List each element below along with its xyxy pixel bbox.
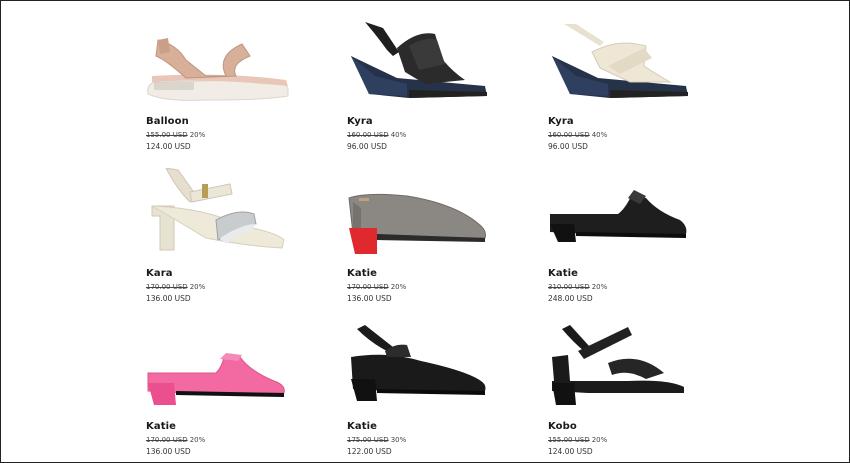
original-price: 160.00 USD: [347, 131, 389, 139]
product-name[interactable]: Kara: [146, 268, 173, 279]
product-card-katie-grey[interactable]: Katie 170.00 USD 20% 136.00 USD: [347, 168, 527, 308]
product-image-balloon[interactable]: [146, 16, 326, 111]
price-block: 310.00 USD 20% 248.00 USD: [548, 282, 607, 304]
price-block: 155.00 USD 20% 124.00 USD: [146, 130, 205, 152]
product-image-katie-black-mule[interactable]: [548, 168, 728, 263]
product-card-kyra[interactable]: Kyra 160.00 USD 40% 96.00 USD: [347, 16, 527, 156]
original-price: 175.00 USD: [347, 436, 389, 444]
product-name[interactable]: Katie: [548, 268, 578, 279]
discount-badge: 20%: [591, 283, 608, 291]
product-name[interactable]: Katie: [347, 268, 377, 279]
product-listing-frame: Balloon 155.00 USD 20% 124.00 USD Kyra 1…: [0, 0, 850, 463]
product-image-kobo[interactable]: [548, 321, 728, 416]
product-name[interactable]: Katie: [347, 421, 377, 432]
sale-price: 96.00 USD: [548, 142, 588, 151]
original-price: 160.00 USD: [548, 131, 590, 139]
product-card-katie-pink[interactable]: Katie 170.00 USD 20% 136.00 USD: [146, 321, 326, 461]
sale-price: 122.00 USD: [347, 447, 392, 456]
price-block: 155.00 USD 20% 124.00 USD: [548, 435, 607, 457]
sale-price: 124.00 USD: [146, 142, 191, 151]
original-price: 170.00 USD: [146, 436, 188, 444]
price-block: 170.00 USD 20% 136.00 USD: [347, 282, 406, 304]
product-image-kyra[interactable]: [347, 16, 527, 111]
product-card-kyra-cream[interactable]: Kyra 160.00 USD 40% 96.00 USD: [548, 16, 728, 156]
product-card-katie-slingback[interactable]: Katie 175.00 USD 30% 122.00 USD: [347, 321, 527, 461]
product-image-katie-slingback[interactable]: [347, 321, 527, 416]
discount-badge: 20%: [189, 283, 206, 291]
product-card-balloon[interactable]: Balloon 155.00 USD 20% 124.00 USD: [146, 16, 326, 156]
original-price: 155.00 USD: [146, 131, 188, 139]
discount-badge: 20%: [591, 436, 608, 444]
product-name[interactable]: Kyra: [548, 116, 574, 127]
price-block: 160.00 USD 40% 96.00 USD: [548, 130, 607, 152]
original-price: 170.00 USD: [146, 283, 188, 291]
discount-badge: 20%: [189, 131, 206, 139]
discount-badge: 30%: [390, 436, 407, 444]
original-price: 310.00 USD: [548, 283, 590, 291]
product-image-katie-grey[interactable]: [347, 168, 527, 263]
sale-price: 96.00 USD: [347, 142, 387, 151]
discount-badge: 40%: [390, 131, 407, 139]
price-block: 170.00 USD 20% 136.00 USD: [146, 282, 205, 304]
product-card-kobo[interactable]: Kobo 155.00 USD 20% 124.00 USD: [548, 321, 728, 461]
price-block: 160.00 USD 40% 96.00 USD: [347, 130, 406, 152]
sale-price: 248.00 USD: [548, 294, 593, 303]
product-card-katie-black-mule[interactable]: Katie 310.00 USD 20% 248.00 USD: [548, 168, 728, 308]
original-price: 170.00 USD: [347, 283, 389, 291]
price-block: 175.00 USD 30% 122.00 USD: [347, 435, 406, 457]
sale-price: 136.00 USD: [146, 447, 191, 456]
product-grid: Balloon 155.00 USD 20% 124.00 USD Kyra 1…: [1, 1, 849, 462]
price-block: 170.00 USD 20% 136.00 USD: [146, 435, 205, 457]
product-image-kyra-cream[interactable]: [548, 16, 728, 111]
discount-badge: 20%: [189, 436, 206, 444]
original-price: 155.00 USD: [548, 436, 590, 444]
product-image-kara[interactable]: [146, 168, 326, 263]
discount-badge: 40%: [591, 131, 608, 139]
product-card-kara[interactable]: Kara 170.00 USD 20% 136.00 USD: [146, 168, 326, 308]
sale-price: 124.00 USD: [548, 447, 593, 456]
sale-price: 136.00 USD: [347, 294, 392, 303]
product-name[interactable]: Kyra: [347, 116, 373, 127]
product-name[interactable]: Balloon: [146, 116, 189, 127]
product-name[interactable]: Kobo: [548, 421, 577, 432]
discount-badge: 20%: [390, 283, 407, 291]
product-name[interactable]: Katie: [146, 421, 176, 432]
product-image-katie-pink[interactable]: [146, 321, 326, 416]
sale-price: 136.00 USD: [146, 294, 191, 303]
